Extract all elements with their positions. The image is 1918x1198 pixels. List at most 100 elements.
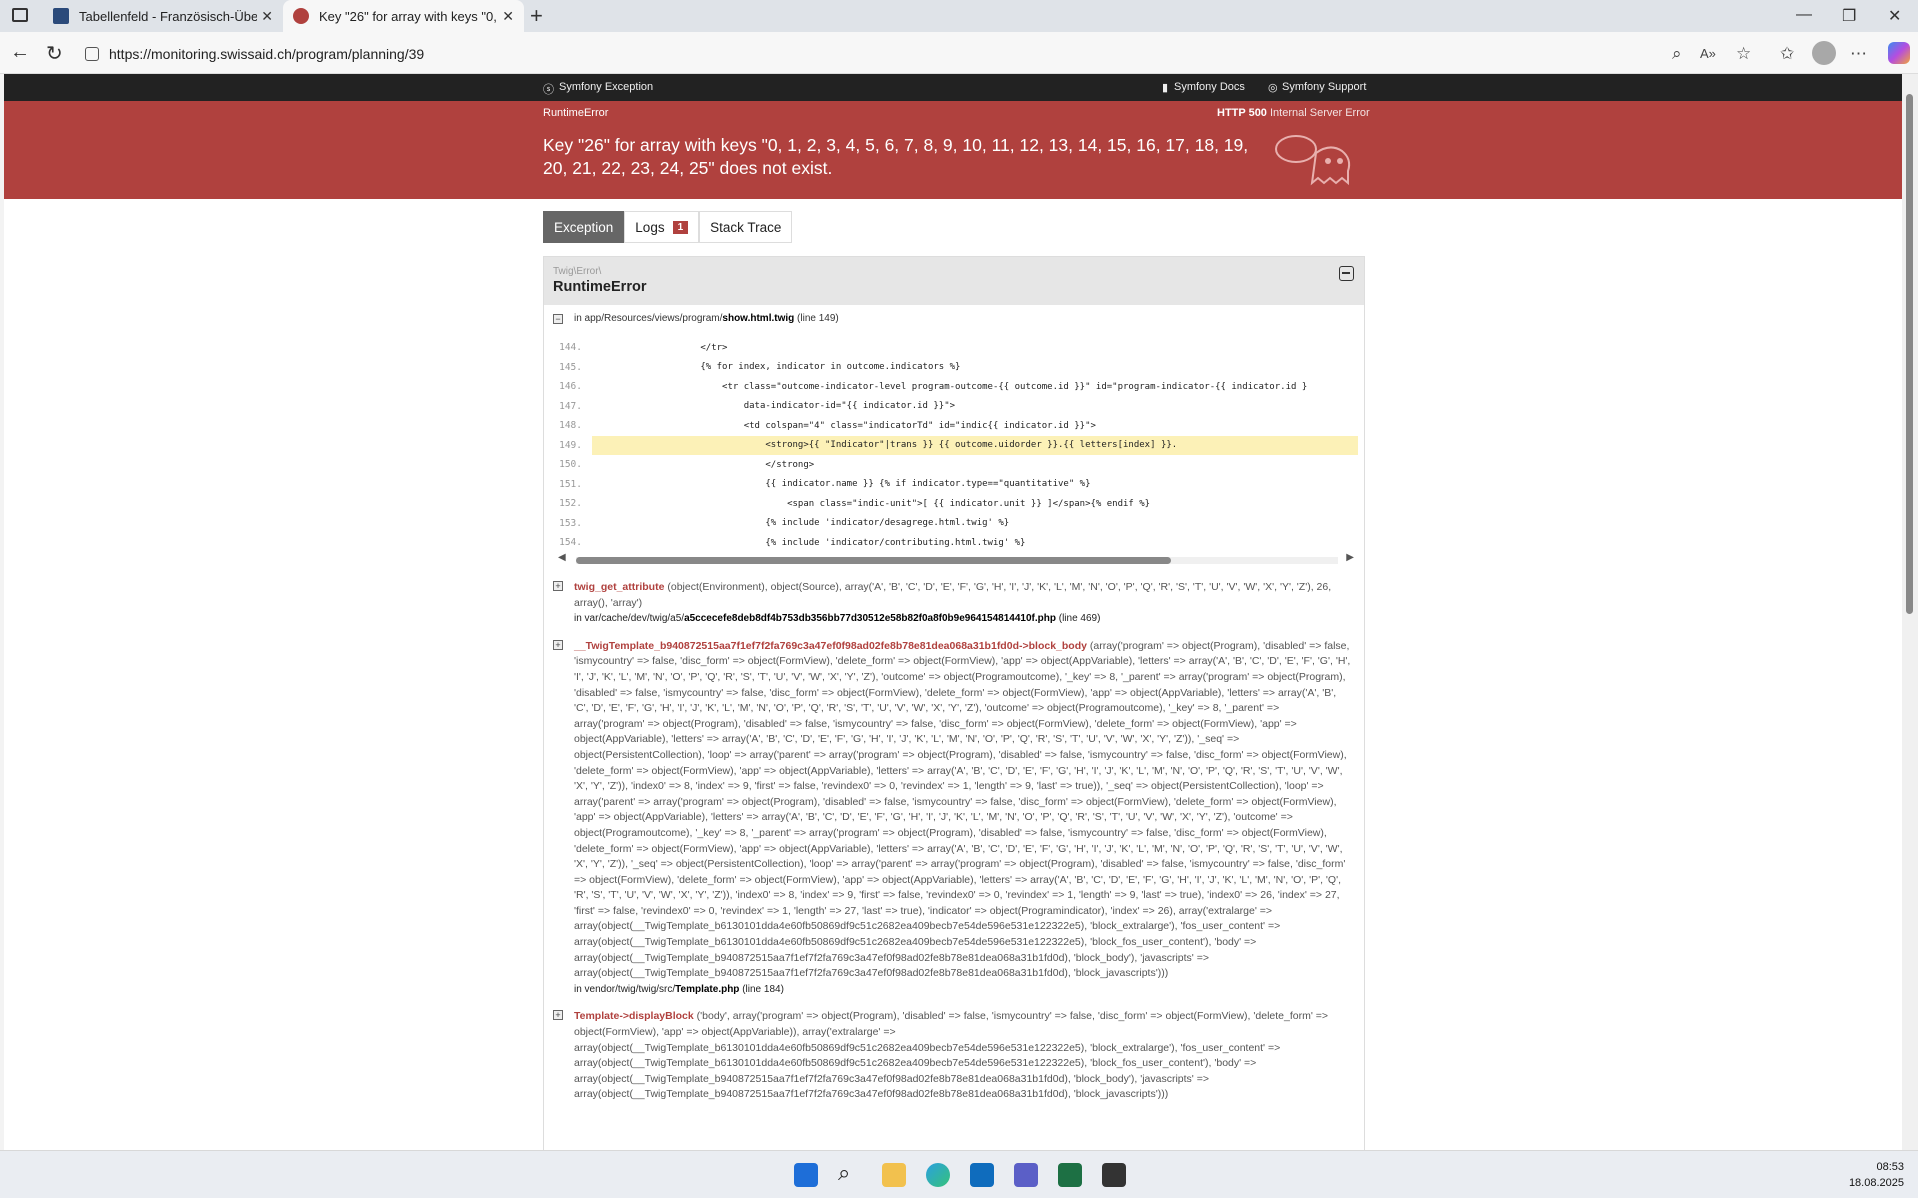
new-tab-icon[interactable]: + — [530, 3, 543, 29]
address-bar[interactable]: https://monitoring.swissaid.ch/program/p… — [79, 39, 1679, 69]
code-line: 147. data-indicator-id="{{ indicator.id … — [544, 397, 1364, 417]
code-line-text: data-indicator-id="{{ indicator.id }}"> — [592, 401, 956, 412]
site-info-icon[interactable] — [85, 47, 99, 61]
back-icon[interactable]: ← — [10, 41, 30, 64]
trace-entry: + __TwigTemplate_b940872515aa7f1ef7f2fa76… — [544, 639, 1364, 998]
code-excerpt: 144. </tr> 145. {% for index, indicator i… — [544, 338, 1364, 548]
trace-location-prefix: in vendor/twig/twig/src/ — [574, 983, 676, 995]
expand-trace-icon[interactable]: + — [553, 581, 563, 591]
trace-arguments: (object(Environment), object(Source), ar… — [574, 581, 1332, 609]
code-line: 149. <strong>{{ "Indicator"|trans }} {{ … — [544, 435, 1364, 455]
tab-title: Tabellenfeld - Französisch-Übers — [79, 8, 257, 24]
expand-trace-icon[interactable]: + — [553, 639, 563, 650]
source-file-header: − in app/Resources/views/program/show.ht… — [544, 313, 1364, 324]
tab-actions-icon[interactable] — [12, 8, 28, 22]
browser-tab-bar: Tabellenfeld - Französisch-Übers ✕ Key "… — [0, 0, 1918, 32]
exception-class-name: RuntimeError — [553, 279, 647, 295]
browser-tab-1[interactable]: Tabellenfeld - Französisch-Übers ✕ — [43, 0, 283, 32]
code-line: 144. </tr> — [544, 338, 1364, 358]
start-icon[interactable] — [794, 1163, 818, 1187]
page-vertical-scrollbar[interactable] — [1902, 74, 1918, 1150]
window-close-icon[interactable]: ✕ — [1888, 6, 1901, 26]
close-tab-icon[interactable]: ✕ — [502, 8, 514, 25]
symfony-logo-icon: ⓢ — [543, 84, 554, 96]
book-icon: ▮ — [1162, 82, 1169, 94]
exception-card-header[interactable]: Twig\Error\ RuntimeError — [544, 257, 1364, 305]
code-line-text: {{ indicator.name }} {% if indicator.typ… — [592, 479, 1091, 490]
restore-icon[interactable]: ❐ — [1842, 6, 1856, 26]
excel-icon[interactable] — [1058, 1163, 1082, 1187]
tab-stack-trace[interactable]: Stack Trace — [699, 211, 793, 243]
trace-location-line: (line 469) — [1058, 613, 1101, 625]
scroll-left-icon[interactable]: ◀ — [558, 552, 566, 563]
trace-entry: + Template->displayBlock ('body', array('… — [544, 1009, 1364, 1103]
teams-icon[interactable] — [1014, 1163, 1038, 1187]
collapse-trace-icon[interactable]: − — [553, 314, 563, 324]
copilot-icon[interactable] — [1888, 42, 1910, 64]
collapse-icon[interactable] — [1339, 266, 1354, 281]
exception-tabs: Exception Logs 1 Stack Trace — [543, 211, 793, 243]
minimize-icon[interactable]: — — [1796, 6, 1812, 24]
url-text: https://monitoring.swissaid.ch/program/p… — [109, 46, 425, 62]
zoom-icon[interactable]: ⌕ — [1672, 44, 1682, 64]
code-line: 146. <tr class="outcome-indicator-level … — [544, 377, 1364, 397]
trace-location: in var/cache/dev/twig/a5/a5ccecefe8deb8d… — [574, 611, 1352, 627]
sticky-notes-icon[interactable] — [1102, 1163, 1126, 1187]
code-line: 152. <span class="indic-unit">[ {{ indic… — [544, 494, 1364, 514]
symfony-support-link[interactable]: Symfony Support — [1282, 81, 1366, 93]
code-line-text: </tr> — [592, 342, 728, 353]
exception-ghost-icon — [1275, 135, 1351, 186]
code-line-text: </strong> — [592, 459, 815, 470]
code-line-number: 154. — [559, 537, 582, 549]
code-line-text: {% include 'indicator/contributing.html.… — [592, 537, 1026, 548]
trace-function: twig_get_attribute — [574, 581, 665, 593]
code-line: 148. <td colspan="4" class="indicatorTd"… — [544, 416, 1364, 436]
system-clock[interactable]: 08:53 18.08.2025 — [1849, 1159, 1904, 1191]
symfony-brand: Symfony Exception — [559, 81, 654, 93]
edge-icon[interactable] — [926, 1163, 950, 1187]
profile-avatar-icon[interactable] — [1812, 41, 1836, 65]
favorites-icon[interactable]: ✩ — [1780, 44, 1794, 64]
browser-tab-2[interactable]: Key "26" for array with keys "0, 1, ✕ — [283, 0, 524, 32]
code-line-number: 153. — [559, 517, 582, 529]
reload-icon[interactable]: ↻ — [46, 41, 63, 66]
exception-card: Twig\Error\ RuntimeError − in app/Resour… — [543, 256, 1365, 1150]
trace-entry: + twig_get_attribute (object(Environment)… — [544, 580, 1364, 627]
http-code: HTTP 500 — [1217, 107, 1267, 119]
read-aloud-icon[interactable]: A» — [1700, 46, 1716, 61]
outlook-icon[interactable] — [970, 1163, 994, 1187]
code-line-text: {% include 'indicator/desagrege.html.twi… — [592, 518, 1010, 529]
tab-logs-label: Logs — [635, 219, 665, 235]
trace-location-prefix: in var/cache/dev/twig/a5/ — [574, 613, 685, 625]
error-message: Key "26" for array with keys "0, 1, 2, 3… — [543, 135, 1249, 178]
trace-arguments: (array('program' => object(Program), 'di… — [574, 639, 1351, 980]
code-line: 154. {% include 'indicator/contributing.… — [544, 533, 1364, 553]
code-line-number: 150. — [559, 459, 582, 471]
exception-namespace: Twig\Error\ — [553, 266, 602, 277]
code-line-number: 144. — [559, 342, 582, 354]
source-file-line: (line 149) — [797, 313, 839, 324]
file-explorer-icon[interactable] — [882, 1163, 906, 1187]
expand-trace-icon[interactable]: + — [553, 1010, 563, 1021]
scroll-thumb[interactable] — [576, 557, 1171, 564]
trace-function: __TwigTemplate_b940872515aa7f1ef7f2fa769… — [574, 639, 1087, 652]
search-icon[interactable]: ⌕ — [838, 1160, 862, 1185]
trace-location-file: Template.php — [675, 983, 740, 995]
scroll-right-icon[interactable]: ▶ — [1346, 552, 1354, 563]
page-scroll-thumb[interactable] — [1906, 94, 1913, 614]
more-menu-icon[interactable]: ⋯ — [1850, 44, 1867, 64]
page-content: ⓢ Symfony Exception ▮ Symfony Docs ◎ Sym… — [4, 74, 1902, 1150]
clock-time: 08:53 — [1876, 1161, 1904, 1173]
tab-logs[interactable]: Logs 1 — [624, 211, 700, 243]
http-text: Internal Server Error — [1270, 107, 1370, 119]
symfony-docs-link[interactable]: Symfony Docs — [1174, 81, 1245, 93]
close-tab-icon[interactable]: ✕ — [261, 8, 273, 25]
scroll-track[interactable] — [576, 557, 1338, 564]
error-header: RuntimeError HTTP 500 Internal Server Er… — [4, 101, 1902, 199]
code-horizontal-scrollbar[interactable]: ◀ ▶ — [544, 552, 1364, 568]
http-status: HTTP 500 Internal Server Error — [1217, 107, 1370, 119]
tab-exception[interactable]: Exception — [543, 211, 625, 243]
code-line-number: 147. — [559, 400, 582, 412]
code-line-text: <strong>{{ "Indicator"|trans }} {{ outco… — [592, 435, 1358, 455]
favorite-star-icon[interactable]: ☆ — [1736, 44, 1751, 64]
